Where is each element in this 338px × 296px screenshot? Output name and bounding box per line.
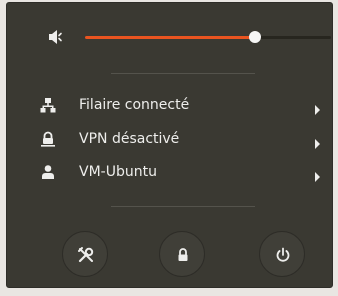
lock-icon (178, 248, 188, 261)
chevron-right-icon (314, 134, 322, 149)
settings-button[interactable] (62, 231, 108, 277)
menu-item-label: Filaire connecté (79, 97, 190, 113)
volume-slider-handle[interactable] (248, 31, 261, 43)
settings-tools-icon (78, 247, 94, 263)
menu-item-user[interactable]: VM-Ubuntu (7, 158, 334, 186)
power-off-button[interactable] (259, 231, 305, 277)
menu-item-label: VPN désactivé (79, 131, 180, 147)
menu-item-wired-connection[interactable]: Filaire connecté (7, 91, 334, 119)
speaker-volume-icon[interactable] (48, 29, 66, 45)
user-icon (40, 164, 56, 180)
chevron-right-icon (314, 100, 322, 115)
lock-button[interactable] (159, 231, 205, 277)
menu-item-vpn[interactable]: VPN désactivé (7, 125, 334, 153)
separator (111, 206, 255, 207)
system-menu: Filaire connecté VPN désactivé VM-Ubuntu (6, 2, 333, 288)
menu-item-label: VM-Ubuntu (79, 164, 157, 180)
vpn-lock-icon (40, 131, 56, 147)
wired-network-icon (40, 97, 56, 113)
chevron-right-icon (314, 167, 322, 182)
power-icon (276, 247, 290, 262)
volume-slider[interactable] (85, 30, 331, 44)
separator (111, 73, 255, 74)
volume-slider-fill (85, 36, 255, 39)
